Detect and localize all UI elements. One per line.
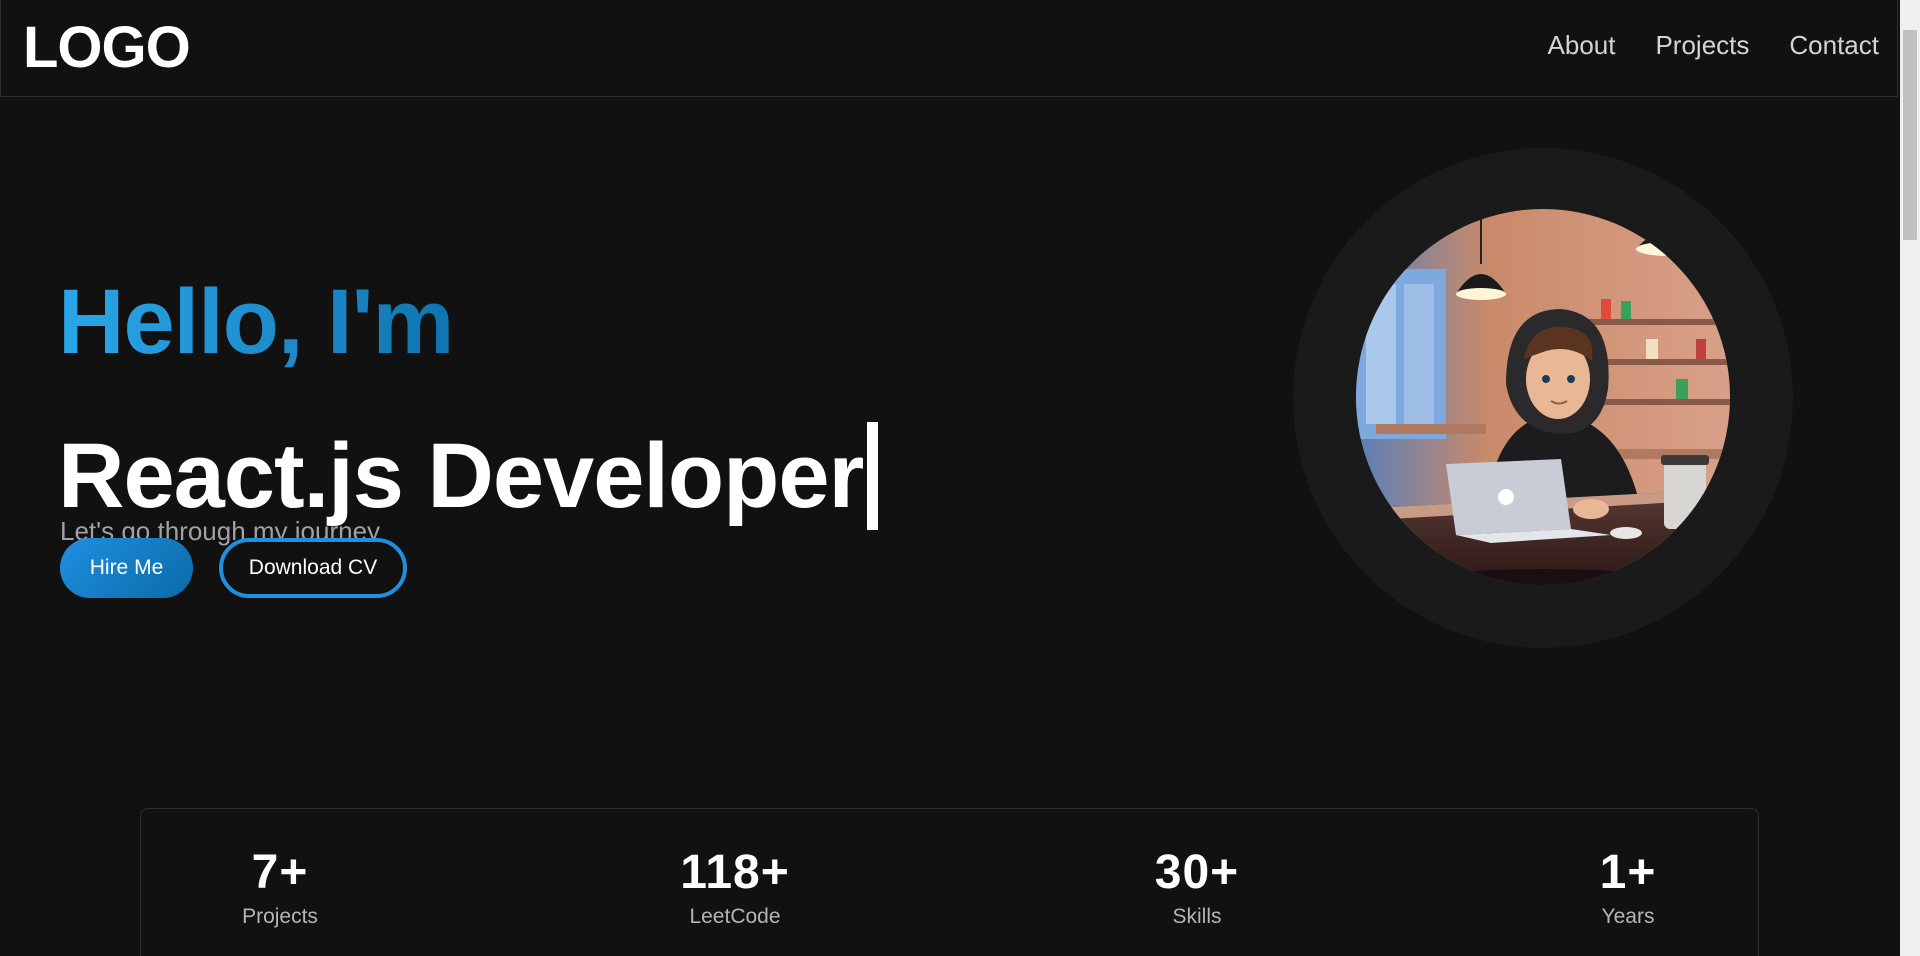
main-nav: About Projects Contact [1548, 30, 1879, 61]
nav-contact[interactable]: Contact [1789, 30, 1879, 61]
stats-panel: 7+ Projects 118+ LeetCode 30+ Skills 1+ … [140, 808, 1759, 956]
stat-skills: 30+ Skills [1155, 849, 1239, 929]
stat-projects: 7+ Projects [242, 849, 318, 929]
scrollbar-thumb[interactable] [1903, 30, 1917, 240]
stat-value: 30+ [1154, 846, 1240, 899]
stat-value: 7+ [251, 846, 309, 899]
stat-value: 118+ [680, 846, 790, 899]
page-scrollbar[interactable] [1900, 0, 1920, 956]
nav-about[interactable]: About [1548, 30, 1616, 61]
avatar-image [1356, 209, 1730, 585]
stat-value: 1+ [1599, 846, 1657, 899]
hero-role-text: React.js Developer [58, 425, 864, 528]
hero-role: React.js Developer [58, 422, 879, 531]
stat-years: 1+ Years [1600, 849, 1657, 929]
nav-projects[interactable]: Projects [1655, 30, 1749, 61]
portfolio-page: LOGO About Projects Contact Hello, I'm R… [0, 0, 1900, 956]
stat-label: LeetCode [689, 905, 781, 928]
stat-label: Skills [1172, 905, 1222, 928]
stat-leetcode: 118+ LeetCode [680, 849, 789, 929]
hero-greeting: Hello, I'm [58, 270, 454, 373]
stat-label: Years [1601, 905, 1655, 928]
hire-me-button[interactable]: Hire Me [60, 538, 193, 598]
stat-label: Projects [242, 905, 318, 928]
typing-cursor [867, 422, 879, 531]
download-cv-button[interactable]: Download CV [219, 538, 407, 598]
site-header: LOGO About Projects Contact [0, 0, 1898, 97]
developer-illustration [1356, 209, 1730, 585]
logo-link[interactable]: LOGO [23, 14, 191, 81]
